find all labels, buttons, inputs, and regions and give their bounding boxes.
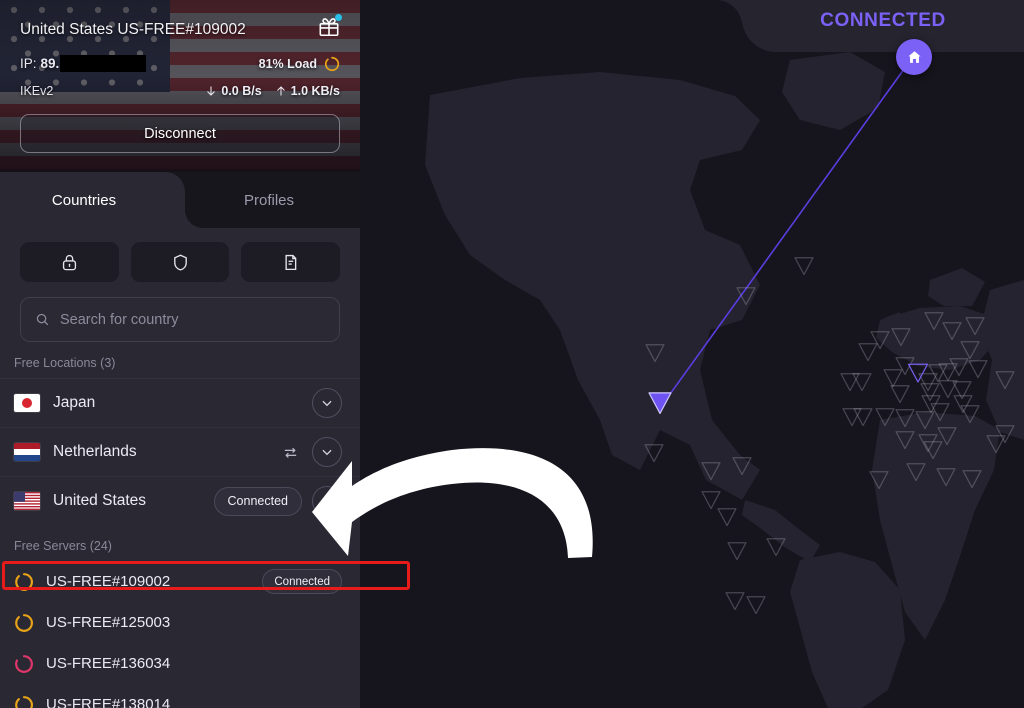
server-status-badge-1[interactable]: Connected bbox=[262, 569, 342, 594]
lock-icon bbox=[62, 254, 76, 270]
vpn-app-window: CONNECTED United States US-FREE#109002 I… bbox=[0, 0, 1024, 708]
upload-speed-group: 1.0 KB/s bbox=[275, 84, 340, 98]
flag-jp bbox=[14, 394, 40, 412]
ip-value: 89. bbox=[40, 56, 60, 71]
expand-chevron-netherlands[interactable] bbox=[312, 437, 342, 467]
arrow-down-icon bbox=[207, 86, 216, 96]
load-ring-icon bbox=[15, 613, 33, 632]
country-status-badge-united-states[interactable]: Connected bbox=[213, 486, 302, 516]
free-locations-section-label: Free Locations (3) bbox=[14, 356, 116, 370]
chevron-down-icon bbox=[322, 449, 332, 456]
server-row-1[interactable]: US-FREE#109002 Connected bbox=[0, 561, 360, 602]
shield-button[interactable] bbox=[130, 242, 230, 282]
flag-nl bbox=[14, 443, 40, 461]
ticket-icon bbox=[285, 254, 297, 270]
ticket-button[interactable] bbox=[241, 242, 341, 282]
home-pin[interactable] bbox=[896, 39, 932, 75]
ip-label: IP: bbox=[20, 56, 37, 71]
expand-chevron-japan[interactable] bbox=[312, 388, 342, 418]
load-ring-icon bbox=[15, 695, 33, 708]
shield-icon bbox=[173, 253, 187, 271]
search-box[interactable] bbox=[20, 297, 340, 342]
gift-button[interactable] bbox=[318, 14, 342, 43]
ip-address-row: IP: 89. bbox=[20, 55, 147, 72]
country-name-netherlands: Netherlands bbox=[53, 443, 137, 460]
search-icon bbox=[36, 313, 49, 326]
server-load-label: 81% Load bbox=[258, 56, 317, 71]
arrow-up-icon bbox=[276, 86, 285, 96]
sidebar-body: Free Locations (3) Japan bbox=[0, 228, 360, 708]
country-name-japan: Japan bbox=[53, 394, 96, 411]
home-icon bbox=[907, 50, 921, 63]
swap-icon bbox=[284, 447, 297, 458]
load-ring-icon bbox=[15, 572, 33, 591]
country-name-united-states: United States bbox=[53, 492, 147, 509]
chevron-up-icon bbox=[322, 497, 332, 504]
server-name-1: US-FREE#109002 bbox=[46, 573, 171, 590]
speed-indicators: 0.0 B/s 1.0 KB/s bbox=[205, 84, 340, 98]
free-servers-section-label: Free Servers (24) bbox=[14, 539, 112, 553]
country-row-united-states[interactable]: United States Connected bbox=[0, 476, 360, 525]
load-ring-icon bbox=[324, 56, 340, 71]
disconnect-button[interactable]: Disconnect bbox=[20, 114, 340, 153]
server-load: 81% Load bbox=[259, 56, 340, 72]
collapse-chevron-united-states[interactable] bbox=[312, 486, 342, 516]
server-row-2[interactable]: US-FREE#125003 bbox=[0, 602, 360, 643]
sidebar: United States US-FREE#109002 IP: 89. 81%… bbox=[0, 0, 360, 708]
download-speed-value: 0.0 B/s bbox=[221, 84, 262, 98]
country-row-japan[interactable]: Japan bbox=[0, 378, 360, 427]
tab-countries[interactable]: Countries bbox=[0, 172, 168, 228]
connection-status-label: CONNECTED bbox=[820, 10, 946, 31]
chevron-down-icon bbox=[322, 400, 332, 407]
server-row-3[interactable]: US-FREE#136034 bbox=[0, 643, 360, 684]
country-row-netherlands[interactable]: Netherlands bbox=[0, 427, 360, 476]
load-ring-icon bbox=[15, 654, 33, 673]
flag-us bbox=[14, 492, 40, 510]
upload-speed-value: 1.0 KB/s bbox=[290, 84, 340, 98]
lock-button[interactable] bbox=[20, 242, 119, 282]
tab-profiles[interactable]: Profiles bbox=[185, 172, 353, 228]
server-row-4[interactable]: US-FREE#138014 bbox=[0, 684, 360, 708]
quick-actions-row bbox=[0, 228, 360, 282]
tab-bar: Countries Profiles bbox=[0, 172, 360, 228]
connection-hero: United States US-FREE#109002 IP: 89. 81%… bbox=[0, 0, 360, 172]
ip-redaction-bar bbox=[60, 55, 147, 72]
server-name-3: US-FREE#136034 bbox=[46, 655, 171, 672]
current-server-title: United States US-FREE#109002 bbox=[20, 20, 246, 38]
search-input[interactable] bbox=[60, 311, 325, 328]
download-speed-group: 0.0 B/s bbox=[205, 84, 262, 98]
server-name-4: US-FREE#138014 bbox=[46, 696, 171, 708]
protocol-label: IKEv2 bbox=[20, 84, 54, 98]
gift-badge-dot bbox=[335, 14, 342, 21]
swap-server-button-netherlands[interactable] bbox=[282, 444, 299, 461]
server-name-2: US-FREE#125003 bbox=[46, 614, 171, 631]
